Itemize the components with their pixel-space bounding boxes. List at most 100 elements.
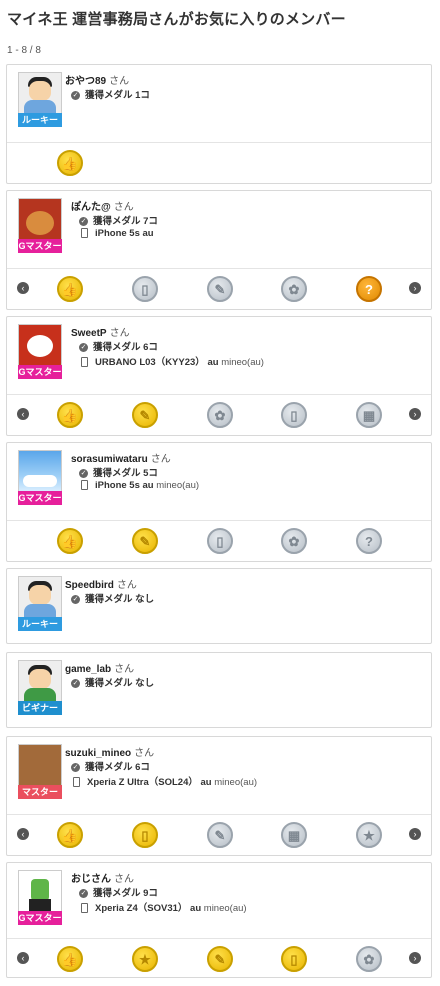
chevron-right-icon[interactable]: › [409,952,421,964]
carrier: au [207,357,219,368]
question-medal-icon[interactable]: ? [356,276,382,302]
rank-badge: Gマスター [18,365,62,379]
member-name-link[interactable]: suzuki_mineo [65,748,131,759]
feather-medal-icon[interactable]: ✎ [207,276,233,302]
check-circle-icon: ✓ [79,216,88,226]
chevron-right-icon[interactable]: › [409,828,421,840]
chevron-right-icon[interactable]: › [409,282,421,294]
phone-medal-icon[interactable]: ▯ [132,276,158,302]
mvno: mineo(au) [203,903,247,914]
avatar[interactable] [18,324,62,368]
medal-count: 獲得メダル なし [85,594,155,605]
avatar[interactable] [18,576,62,620]
grid-medal-icon[interactable]: ▦ [281,822,307,848]
check-circle-icon: ✓ [79,342,88,352]
member-name-link[interactable]: ぽんた@ [71,202,111,213]
flower-medal-icon[interactable]: ✿ [207,402,233,428]
phone-medal-icon[interactable]: ▯ [207,528,233,554]
carrier: au [142,228,154,239]
device-name: iPhone 5s [95,480,140,491]
medal-row: ‹ 👍 ▯ ✎ ▦ ★ › [7,814,431,855]
thumbs-up-medal-icon[interactable]: 👍 [57,822,83,848]
chevron-left-icon[interactable]: ‹ [17,282,29,294]
smartphone-icon [81,903,88,914]
smartphone-icon [81,480,88,491]
thumbs-up-medal-icon[interactable]: 👍 [57,946,83,972]
phone-medal-icon[interactable]: ▯ [132,822,158,848]
result-count: 1 - 8 / 8 [7,45,41,56]
flower-medal-icon[interactable]: ✿ [356,946,382,972]
avatar[interactable] [18,198,62,242]
device-name: iPhone 5s [95,228,140,239]
medal-count: 獲得メダル 9コ [93,888,158,899]
chevron-left-icon[interactable]: ‹ [17,408,29,420]
carrier: au [200,777,212,788]
medal-count: 獲得メダル なし [85,678,155,689]
medal-count: 獲得メダル 6コ [85,762,150,773]
flower-medal-icon[interactable]: ✿ [281,528,307,554]
medal-row: ‹ 👍 ▯ ✎ ✿ ? › [7,268,431,309]
chevron-right-icon[interactable]: › [409,408,421,420]
rank-badge: Gマスター [18,239,62,253]
member-card: ルーキー おやつ89 さん ✓ 獲得メダル 1コ 👍 [6,64,432,184]
member-card: ビギナー game_lab さん ✓ 獲得メダル なし [6,652,432,728]
thumbs-up-medal-icon[interactable]: 👍 [57,150,83,176]
smartphone-icon [73,777,80,788]
star-medal-icon[interactable]: ★ [132,946,158,972]
member-name-link[interactable]: おじさん [71,874,111,885]
medal-count: 獲得メダル 5コ [93,468,158,479]
member-name-link[interactable]: SweetP [71,328,107,339]
member-name-link[interactable]: おやつ89 [65,76,106,87]
question-medal-icon[interactable]: ? [356,528,382,554]
medal-row: ‹ 👍 ★ ✎ ▯ ✿ › [7,938,431,979]
thumbs-up-medal-icon[interactable]: 👍 [57,528,83,554]
check-circle-icon: ✓ [71,90,80,100]
member-card: Gマスター SweetP さん ✓ 獲得メダル 6コ URBANO L03（KYY2… [6,316,432,436]
rank-badge: ビギナー [18,701,62,715]
smartphone-icon [81,228,88,239]
rank-badge: マスター [18,785,62,799]
thumbs-up-medal-icon[interactable]: 👍 [57,402,83,428]
phone-medal-icon[interactable]: ▯ [281,402,307,428]
avatar[interactable] [18,870,62,914]
member-card: Gマスター sorasumiwataru さん ✓ 獲得メダル 5コ iPhone … [6,442,432,562]
avatar[interactable] [18,450,62,494]
chevron-left-icon[interactable]: ‹ [17,952,29,964]
medal-row: 👍 [7,142,431,183]
feather-medal-icon[interactable]: ✎ [132,528,158,554]
check-circle-icon: ✓ [71,762,80,772]
device-name: URBANO L03（KYY23） [95,357,205,368]
avatar[interactable] [18,744,62,788]
member-card: Gマスター ぽんた@ さん ✓ 獲得メダル 7コ iPhone 5s au ‹ 👍 … [6,190,432,310]
medal-count: 獲得メダル 1コ [85,90,150,101]
chevron-left-icon[interactable]: ‹ [17,828,29,840]
mvno: mineo(au) [214,777,258,788]
flower-medal-icon[interactable]: ✿ [281,276,307,302]
carrier: au [190,903,202,914]
member-card: マスター suzuki_mineo さん ✓ 獲得メダル 6コ Xperia Z U… [6,736,432,856]
member-card: ルーキー Speedbird さん ✓ 獲得メダル なし [6,568,432,644]
check-circle-icon: ✓ [79,888,88,898]
avatar[interactable] [18,660,62,704]
grid-medal-icon[interactable]: ▦ [356,402,382,428]
check-circle-icon: ✓ [71,678,80,688]
phone-medal-icon[interactable]: ▯ [281,946,307,972]
feather-medal-icon[interactable]: ✎ [132,402,158,428]
member-name-link[interactable]: game_lab [65,664,111,675]
rank-badge: Gマスター [18,911,62,925]
carrier: au [142,480,154,491]
member-name-link[interactable]: Speedbird [65,580,114,591]
mvno: mineo(au) [156,480,200,491]
device-name: Xperia Z4（SOV31） [95,903,188,914]
rank-badge: Gマスター [18,491,62,505]
feather-medal-icon[interactable]: ✎ [207,946,233,972]
feather-medal-icon[interactable]: ✎ [207,822,233,848]
avatar[interactable] [18,72,62,116]
star-medal-icon[interactable]: ★ [356,822,382,848]
thumbs-up-medal-icon[interactable]: 👍 [57,276,83,302]
mvno: mineo(au) [221,357,264,368]
member-name-link[interactable]: sorasumiwataru [71,454,148,465]
rank-badge: ルーキー [18,113,62,127]
device-name: Xperia Z Ultra（SOL24） [87,777,198,788]
medal-row: 👍 ✎ ▯ ✿ ? [7,520,431,561]
